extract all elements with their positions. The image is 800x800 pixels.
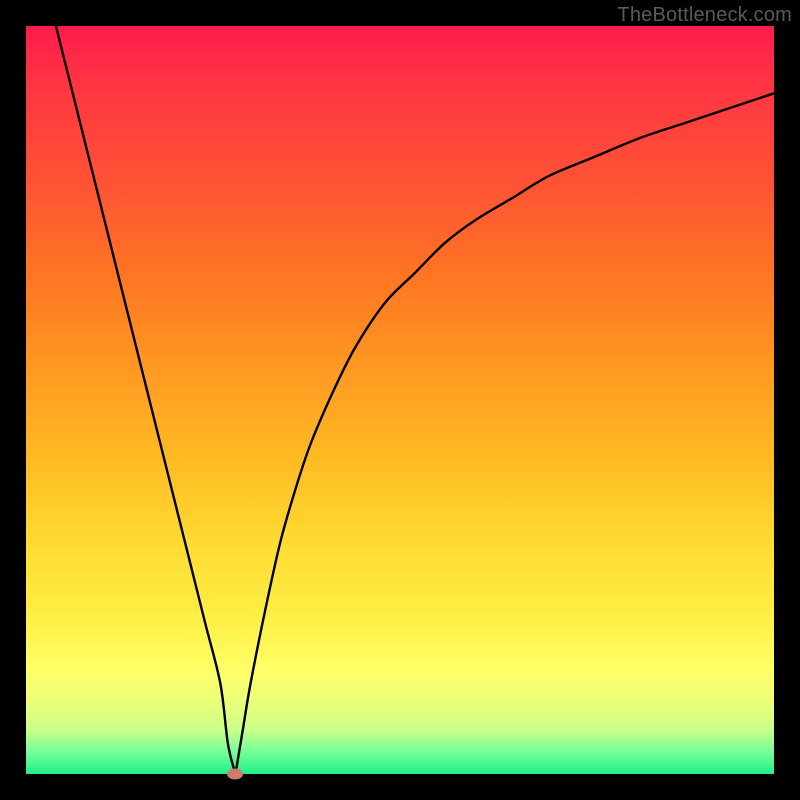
watermark-text: TheBottleneck.com [617,4,792,27]
minimum-marker [227,769,243,780]
curve-path [56,26,774,774]
bottleneck-curve [26,26,774,774]
chart-frame: TheBottleneck.com [0,0,800,800]
plot-area [26,26,774,774]
